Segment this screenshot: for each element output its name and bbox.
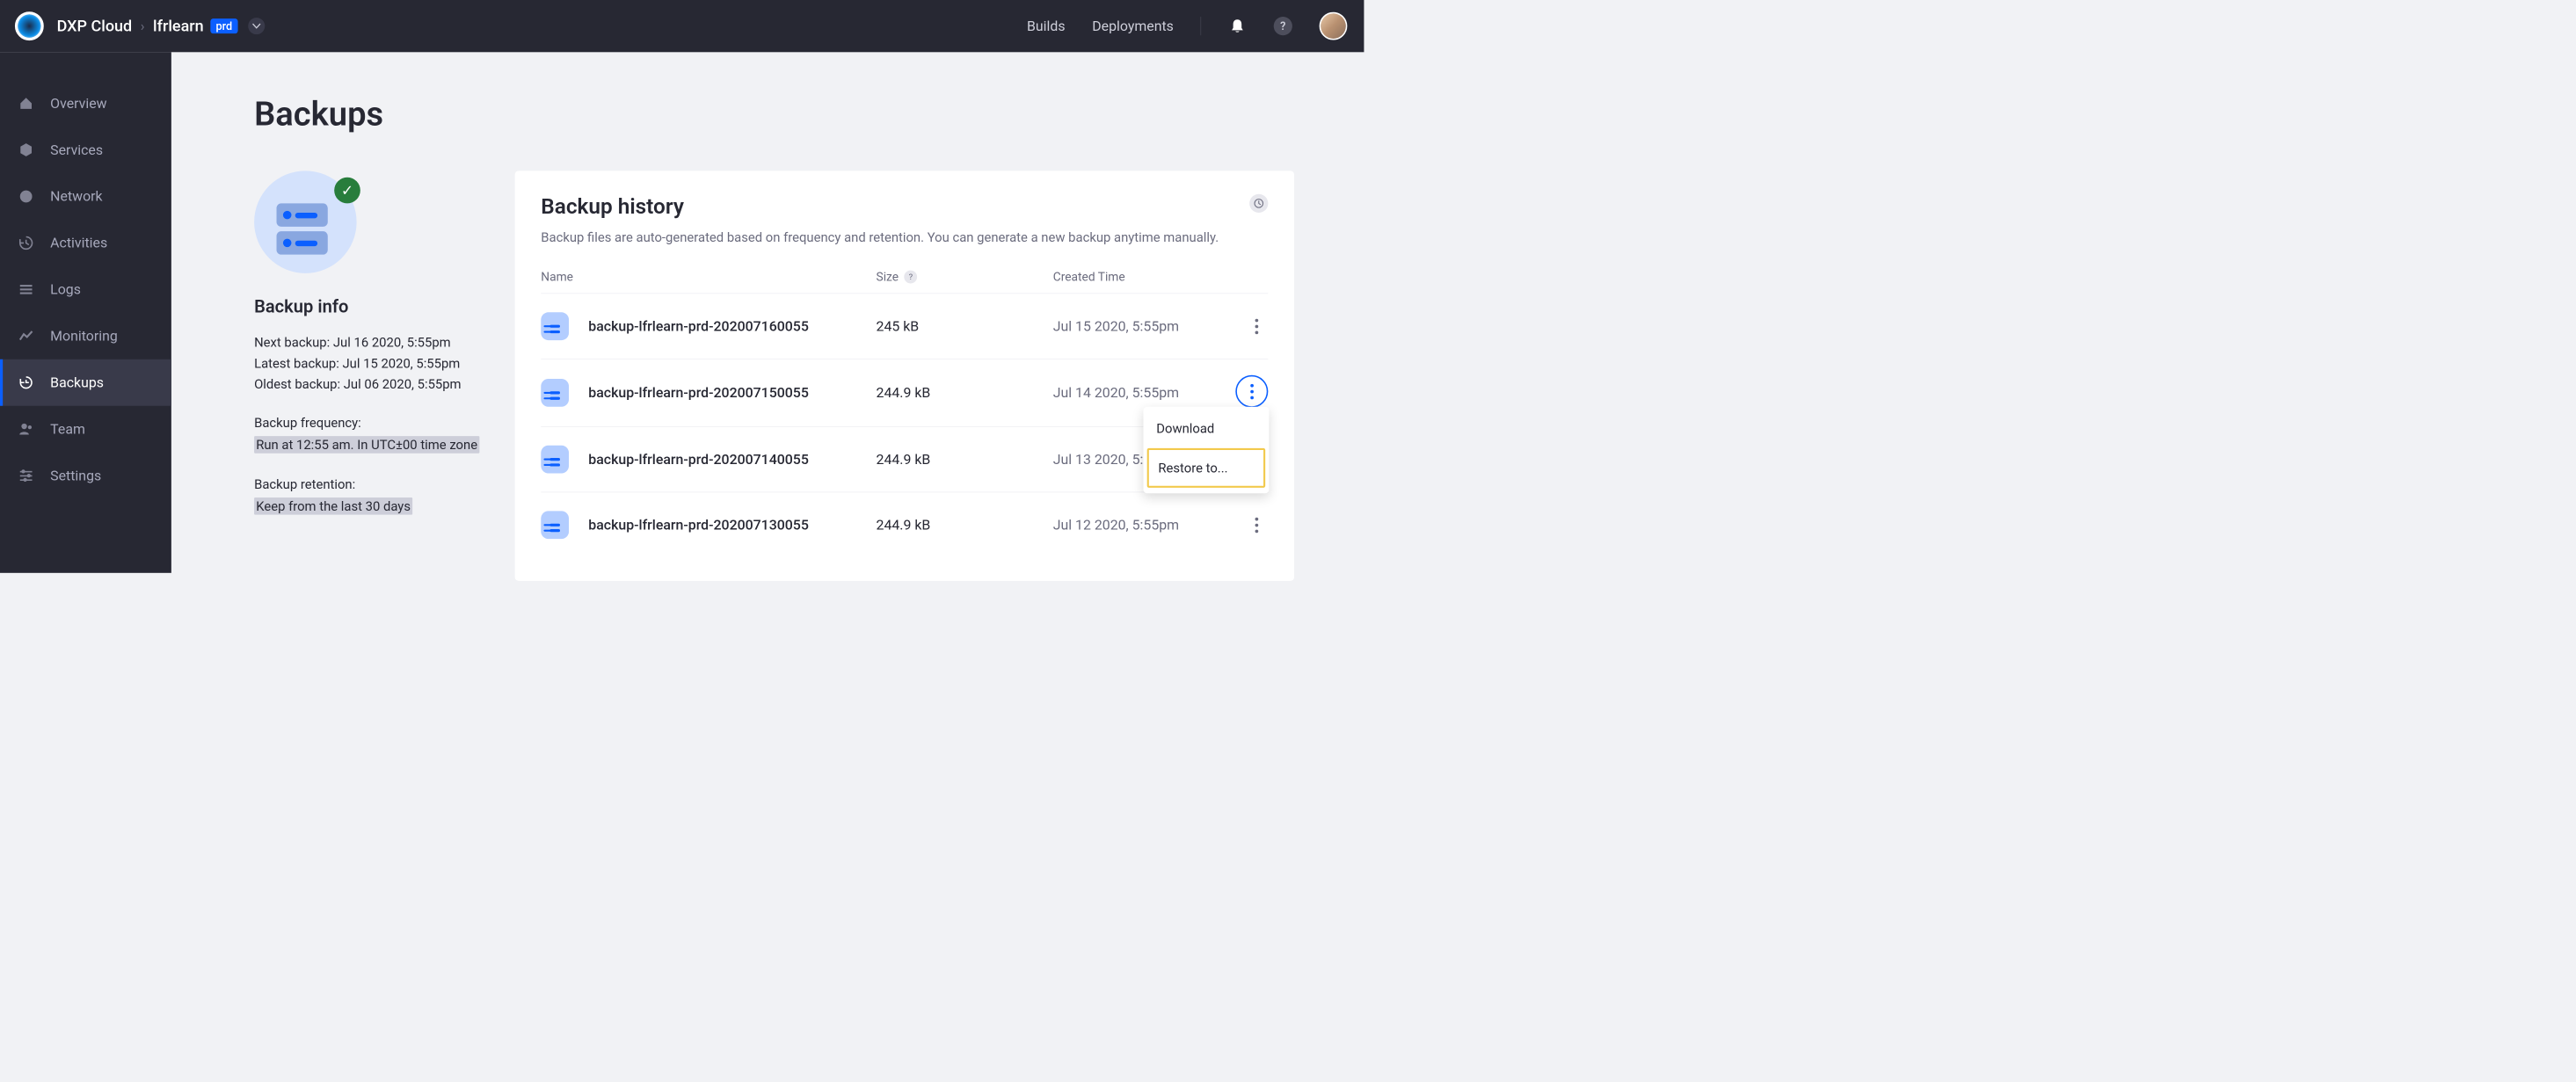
check-icon: ✓ [334, 178, 360, 204]
globe-icon [18, 188, 34, 205]
backup-frequency-label: Backup frequency: [254, 415, 487, 430]
timezone-button[interactable] [1249, 194, 1268, 213]
sidebar-item-team[interactable]: Team [0, 406, 171, 453]
sidebar-item-label: Network [50, 188, 102, 205]
sidebar-item-overview[interactable]: Overview [0, 80, 171, 127]
backup-size: 245 kB [877, 318, 1053, 335]
backup-size: 244.9 kB [877, 517, 1053, 534]
sidebar-item-label: Settings [50, 468, 101, 484]
sidebar-item-logs[interactable]: Logs [0, 266, 171, 313]
sidebar-item-label: Activities [50, 235, 107, 251]
column-time-header: Created Time [1053, 270, 1230, 284]
breadcrumb-separator: › [141, 18, 145, 34]
environment-badge[interactable]: prd [210, 18, 237, 33]
backup-file-icon [541, 511, 569, 539]
column-size-header: Size ? [877, 270, 1053, 284]
sidebar-item-label: Services [50, 142, 103, 158]
table-row: backup-lfrlearn-prd-202007130055 244.9 k… [541, 492, 1268, 558]
sidebar-item-services[interactable]: Services [0, 127, 171, 173]
backup-time: Jul 14 2020, 5:55pm [1053, 385, 1230, 402]
backup-file-icon [541, 379, 569, 407]
backup-size: 244.9 kB [877, 451, 1053, 468]
column-name-header: Name [541, 270, 876, 284]
download-action[interactable]: Download [1143, 410, 1269, 447]
backup-file-icon [541, 446, 569, 474]
table-row: backup-lfrlearn-prd-202007150055 244.9 k… [541, 359, 1268, 426]
backup-file-icon [541, 312, 569, 340]
sliders-icon [18, 468, 34, 484]
users-icon [18, 421, 34, 438]
environment-dropdown-toggle[interactable] [248, 18, 265, 34]
sidebar-item-monitoring[interactable]: Monitoring [0, 313, 171, 359]
sidebar-item-label: Overview [50, 95, 106, 112]
table-header: Name Size ? Created Time [541, 265, 1268, 294]
row-actions-menu: Download Restore to... [1143, 407, 1269, 493]
sidebar-item-settings[interactable]: Settings [0, 453, 171, 499]
notifications-button[interactable] [1228, 17, 1247, 35]
sidebar-item-activities[interactable]: Activities [0, 220, 171, 266]
cube-icon [18, 142, 34, 158]
chevron-down-icon [252, 23, 261, 28]
help-button[interactable]: ? [1274, 17, 1292, 35]
sidebar: Overview Services Network Activities Log… [0, 52, 171, 573]
sidebar-item-label: Team [50, 421, 85, 438]
backup-name: backup-lfrlearn-prd-202007150055 [588, 385, 809, 402]
topbar: DXP Cloud › lfrlearn prd Builds Deployme… [0, 0, 1364, 52]
page-title: Backups [254, 94, 1294, 134]
history-description: Backup files are auto-generated based on… [541, 229, 1268, 244]
row-actions-button[interactable] [1245, 513, 1268, 536]
oldest-backup-text: Oldest backup: Jul 06 2020, 5:55pm [254, 376, 487, 391]
sidebar-item-backups[interactable]: Backups [0, 359, 171, 406]
sidebar-item-label: Monitoring [50, 328, 118, 345]
backup-name: backup-lfrlearn-prd-202007160055 [588, 318, 809, 335]
nav-builds[interactable]: Builds [1027, 18, 1066, 34]
backup-info-title: Backup info [254, 296, 487, 316]
backup-illustration: ✓ [254, 171, 356, 272]
backup-history-panel: Backup history Backup files are auto-gen… [515, 171, 1294, 580]
backup-time: Jul 12 2020, 5:55pm [1053, 517, 1230, 534]
chart-icon [18, 328, 34, 345]
user-avatar[interactable] [1320, 12, 1348, 40]
backup-retention-value: Keep from the last 30 days [254, 497, 412, 515]
next-backup-text: Next backup: Jul 16 2020, 5:55pm [254, 335, 487, 350]
backup-icon [18, 374, 34, 391]
sidebar-item-label: Logs [50, 281, 81, 298]
sidebar-item-network[interactable]: Network [0, 173, 171, 220]
brand-logo[interactable] [15, 11, 44, 40]
bell-icon [1231, 18, 1244, 33]
home-icon [18, 95, 34, 112]
table-row: backup-lfrlearn-prd-202007160055 245 kB … [541, 294, 1268, 359]
backup-name: backup-lfrlearn-prd-202007140055 [588, 451, 809, 468]
history-title: Backup history [541, 194, 1268, 220]
latest-backup-text: Latest backup: Jul 15 2020, 5:55pm [254, 356, 487, 371]
nav-deployments[interactable]: Deployments [1092, 18, 1174, 34]
breadcrumb-root[interactable]: DXP Cloud [57, 17, 133, 35]
history-icon [18, 235, 34, 251]
clock-icon [1254, 199, 1264, 209]
backup-time: Jul 15 2020, 5:55pm [1053, 318, 1230, 335]
restore-action[interactable]: Restore to... [1147, 448, 1265, 488]
backup-name: backup-lfrlearn-prd-202007130055 [588, 517, 809, 534]
main-content: Backups ✓ Backup info Next backup: Jul 1… [171, 52, 1364, 573]
sidebar-item-label: Backups [50, 374, 104, 391]
backup-retention-label: Backup retention: [254, 476, 487, 491]
list-icon [18, 281, 34, 298]
size-help-icon[interactable]: ? [904, 271, 917, 284]
row-actions-button[interactable] [1245, 315, 1268, 338]
backup-frequency-value: Run at 12:55 am. In UTC±00 time zone [254, 436, 479, 454]
row-actions-button[interactable] [1235, 375, 1268, 408]
breadcrumb-project[interactable]: lfrlearn [153, 17, 204, 35]
backup-size: 244.9 kB [877, 385, 1053, 402]
divider [1201, 17, 1202, 35]
backup-info-panel: ✓ Backup info Next backup: Jul 16 2020, … [254, 171, 487, 580]
